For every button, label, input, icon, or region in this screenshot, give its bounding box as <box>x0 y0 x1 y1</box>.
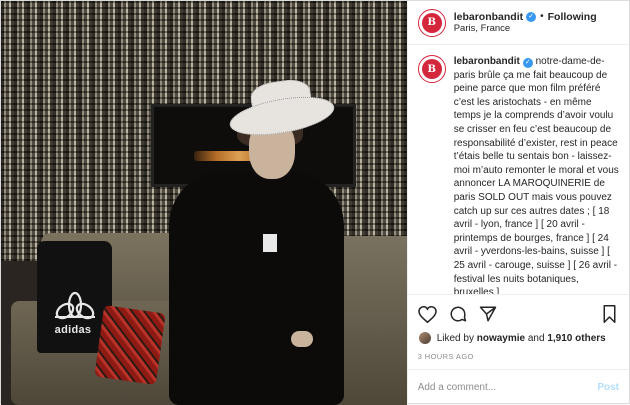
post-side-panel: B lebaronbandit ✓ • Following Paris, Fra… <box>406 1 629 405</box>
caption-text: lebaronbandit ✓ notre-dame-de-paris brûle… <box>454 55 619 294</box>
instagram-post: adidas B lebaronbandit ✓ • Following Par… <box>0 0 630 405</box>
caption-username[interactable]: lebaronbandit <box>454 56 520 67</box>
comment-bar: Post <box>407 369 629 405</box>
bookmark-icon[interactable] <box>599 304 619 324</box>
heart-icon[interactable] <box>418 304 438 324</box>
avatar[interactable]: B <box>417 8 446 37</box>
following-button[interactable]: Following <box>548 11 597 24</box>
liker-username[interactable]: nowaymie <box>477 333 525 344</box>
separator-dot: • <box>540 10 544 22</box>
verified-badge-icon: ✓ <box>522 58 533 68</box>
comment-input[interactable] <box>417 382 598 393</box>
location-link[interactable]: Paris, France <box>454 23 597 34</box>
share-icon[interactable] <box>478 304 498 324</box>
caption-body: notre-dame-de-paris brûle ça me fait bea… <box>453 56 619 294</box>
bag-brand-text: adidas <box>54 324 92 336</box>
plaid-scarf <box>94 305 166 385</box>
post-comment-button[interactable]: Post <box>597 382 619 393</box>
post-timestamp: 3 HOURS AGO <box>417 352 474 361</box>
caption-avatar[interactable]: B <box>417 55 446 83</box>
likes-summary: Liked by nowaymie and 1,910 others <box>417 331 619 345</box>
comment-icon[interactable] <box>448 304 468 324</box>
person-coat <box>169 171 344 405</box>
post-header: B lebaronbandit ✓ • Following Paris, Fra… <box>407 1 629 45</box>
trefoil-logo-icon <box>55 291 95 320</box>
liker-avatar[interactable] <box>417 331 432 345</box>
post-photo[interactable]: adidas <box>1 1 407 405</box>
caption-area: B lebaronbandit ✓ notre-dame-de-paris brû… <box>408 45 629 294</box>
verified-badge-icon: ✓ <box>526 11 537 22</box>
likes-count-link[interactable]: 1,910 others <box>547 333 605 344</box>
header-username[interactable]: lebaronbandit <box>454 11 523 24</box>
action-bar: Liked by nowaymie and 1,910 others 3 HOU… <box>407 294 629 369</box>
